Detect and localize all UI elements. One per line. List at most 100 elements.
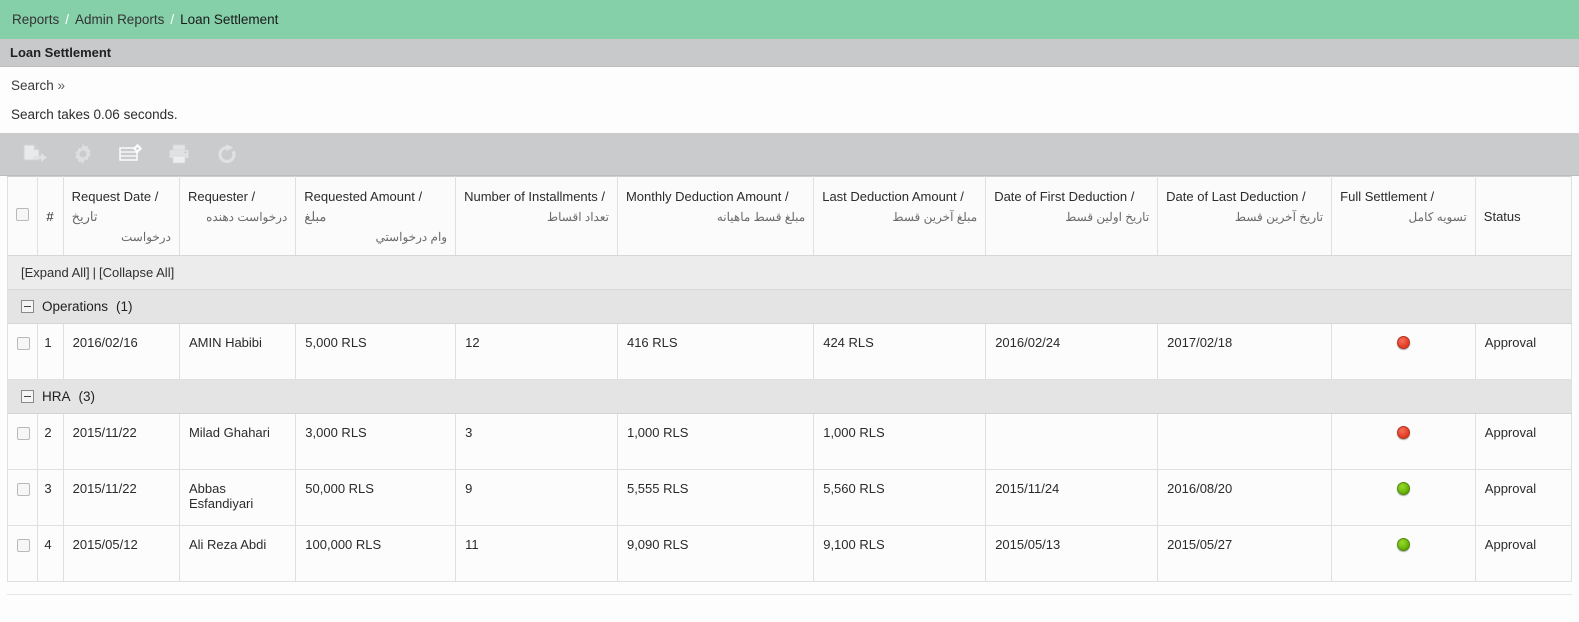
search-label: Search	[11, 78, 54, 93]
cell-last-deduction: 1,000 RLS	[813, 412, 987, 470]
cell-first-deduction-date: 2015/11/24	[985, 468, 1159, 526]
cell-full-settlement	[1331, 322, 1476, 380]
column-header-monthly-deduction-en: Monthly Deduction Amount /	[625, 189, 789, 204]
row-checkbox[interactable]	[17, 482, 30, 496]
row-checkbox[interactable]	[17, 426, 30, 440]
cell-request-date: 2015/05/12	[62, 524, 180, 582]
row-select-cell	[6, 524, 39, 582]
status-indicator-green-icon	[1396, 537, 1410, 551]
search-toggle-link[interactable]: Search »	[11, 78, 65, 93]
cell-request-date: 2016/02/16	[62, 322, 180, 380]
row-checkbox[interactable]	[17, 336, 30, 350]
cell-installments: 11	[455, 524, 618, 582]
page-title: Loan Settlement	[10, 45, 112, 60]
column-header-installments-fa: تعداد اقساط	[547, 210, 609, 225]
breadcrumb-separator: /	[170, 12, 175, 27]
export-document-button[interactable]	[20, 140, 50, 168]
cell-requester: Abbas Esfandiyari	[178, 468, 297, 526]
group-name-operations: Operations	[42, 298, 109, 314]
group-header-cell-hra: HRA (3)	[7, 378, 1572, 414]
select-all-checkbox[interactable]	[16, 207, 29, 221]
table-row[interactable]: 4 2015/05/12 Ali Reza Abdi 100,000 RLS 1…	[6, 524, 1573, 582]
grid-toolbar	[0, 133, 1579, 176]
column-header-last-deduction-fa: مبلغ آخرین قسط	[892, 210, 978, 225]
column-header-requested-amount-fa: وام درخواستي	[375, 230, 448, 245]
cell-monthly-deduction: 5,555 RLS	[616, 468, 815, 526]
breadcrumb-separator: /	[65, 12, 70, 27]
column-header-full-settlement[interactable]: Full Settlement / تسویه کامل	[1331, 176, 1476, 256]
settings-gear-icon	[71, 142, 95, 166]
cell-first-deduction-date: 2015/05/13	[985, 524, 1159, 582]
table-header-row: # Request Date / تاریخ درخواست Requester…	[6, 176, 1573, 256]
column-header-first-deduction-date[interactable]: Date of First Deduction / تاریخ اولین قس…	[985, 176, 1159, 256]
expand-collapse-separator: |	[92, 264, 97, 280]
expand-all-link[interactable]: [Expand All]	[21, 265, 90, 280]
table-row[interactable]: 1 2016/02/16 AMIN Habibi 5,000 RLS 12 41…	[6, 322, 1573, 380]
column-header-index-label: #	[46, 208, 54, 224]
column-header-requested-amount[interactable]: Requested Amount / مبلغ وام درخواستي	[295, 176, 457, 256]
group-count-hra: (3)	[78, 388, 96, 404]
group-collapse-toggle-icon[interactable]	[21, 389, 34, 403]
cell-status: Approval	[1474, 468, 1573, 526]
cell-first-deduction-date: 2016/02/24	[985, 322, 1159, 380]
cell-first-deduction-date	[985, 412, 1159, 470]
column-header-installments-en: Number of Installments /	[464, 189, 605, 204]
group-header-row[interactable]: HRA (3)	[7, 378, 1572, 414]
page-footer	[7, 593, 1572, 622]
status-indicator-red-icon	[1396, 335, 1410, 349]
cell-requested-amount: 100,000 RLS	[295, 524, 457, 582]
refresh-button[interactable]	[212, 140, 242, 168]
group-collapse-toggle-icon[interactable]	[21, 299, 34, 313]
expand-collapse-row: [Expand All] | [Collapse All]	[7, 254, 1572, 290]
column-header-full-settlement-fa: تسویه کامل	[1408, 210, 1467, 225]
column-header-first-deduction-date-en: Date of First Deduction /	[994, 189, 1135, 204]
cell-last-deduction-date: 2017/02/18	[1157, 322, 1333, 380]
collapse-all-link[interactable]: [Collapse All]	[99, 265, 174, 280]
column-header-status-label: Status	[1483, 208, 1521, 224]
column-header-request-date[interactable]: Request Date / تاریخ درخواست	[62, 176, 180, 256]
column-header-requested-amount-fa-inline: مبلغ	[304, 209, 327, 225]
cell-installments: 3	[455, 412, 618, 470]
cell-status: Approval	[1474, 322, 1573, 380]
cell-status: Approval	[1474, 524, 1573, 582]
column-header-monthly-deduction[interactable]: Monthly Deduction Amount / مبلغ قسط ماهی…	[616, 176, 815, 256]
column-header-requester-en: Requester /	[187, 189, 256, 204]
column-header-first-deduction-date-fa: تاریخ اولین قسط	[1065, 210, 1150, 225]
table-settings-button[interactable]	[116, 140, 146, 168]
cell-last-deduction-date	[1157, 412, 1333, 470]
cell-requested-amount: 50,000 RLS	[295, 468, 457, 526]
search-chevron-icon: »	[57, 78, 66, 93]
status-indicator-red-icon	[1396, 425, 1410, 439]
cell-last-deduction: 424 RLS	[813, 322, 987, 380]
column-header-status[interactable]: Status	[1474, 176, 1573, 256]
column-header-full-settlement-en: Full Settlement /	[1340, 189, 1435, 204]
column-header-index[interactable]: #	[37, 176, 64, 256]
cell-request-date: 2015/11/22	[62, 468, 180, 526]
cell-requester: AMIN Habibi	[178, 322, 297, 380]
group-header-row[interactable]: Operations (1)	[7, 288, 1572, 324]
column-header-request-date-fa: درخواست	[121, 230, 171, 245]
column-header-monthly-deduction-fa: مبلغ قسط ماهیانه	[716, 210, 806, 225]
cell-monthly-deduction: 9,090 RLS	[616, 524, 815, 582]
column-header-requester[interactable]: Requester / درخواست دهنده	[178, 176, 297, 256]
table-row[interactable]: 3 2015/11/22 Abbas Esfandiyari 50,000 RL…	[6, 468, 1573, 526]
refresh-icon	[215, 143, 239, 165]
row-index: 3	[37, 468, 64, 526]
cell-monthly-deduction: 416 RLS	[616, 322, 815, 380]
column-header-last-deduction-date[interactable]: Date of Last Deduction / تاریخ آخرین قسط	[1157, 176, 1333, 256]
breadcrumb-item-admin-reports[interactable]: Admin Reports	[75, 12, 164, 27]
row-select-cell	[6, 412, 39, 470]
export-document-icon	[22, 143, 48, 165]
select-all-header	[6, 176, 39, 256]
column-header-last-deduction[interactable]: Last Deduction Amount / مبلغ آخرین قسط	[813, 176, 987, 256]
column-header-last-deduction-en: Last Deduction Amount /	[822, 189, 964, 204]
table-row[interactable]: 2 2015/11/22 Milad Ghahari 3,000 RLS 3 1…	[6, 412, 1573, 470]
breadcrumb: Reports / Admin Reports / Loan Settlemen…	[0, 0, 1579, 39]
row-checkbox[interactable]	[17, 538, 30, 552]
column-header-installments[interactable]: Number of Installments / تعداد اقساط	[455, 176, 618, 256]
settings-gear-button[interactable]	[68, 140, 98, 168]
print-button[interactable]	[164, 140, 194, 168]
cell-installments: 9	[455, 468, 618, 526]
breadcrumb-item-reports[interactable]: Reports	[12, 12, 59, 27]
cell-full-settlement	[1331, 412, 1476, 470]
